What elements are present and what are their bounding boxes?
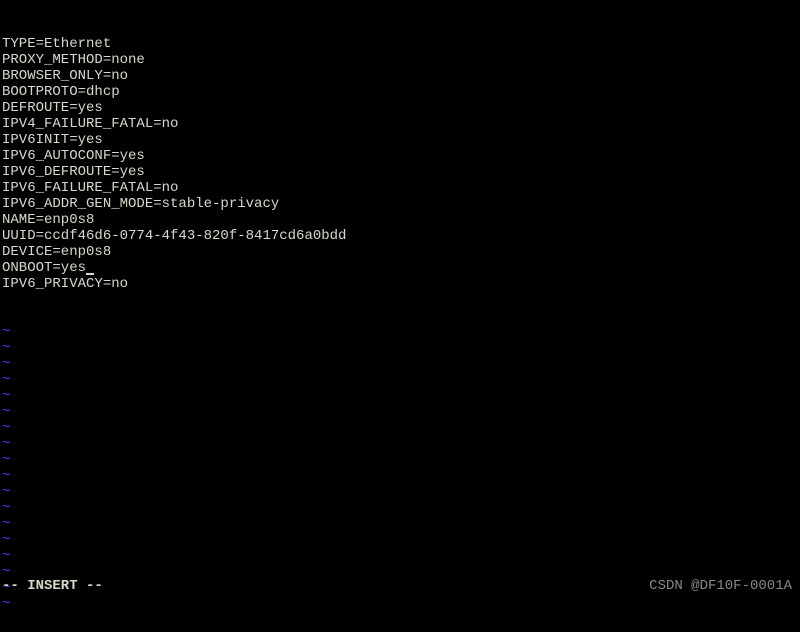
tilde-line: ~ bbox=[2, 548, 798, 564]
tilde-line: ~ bbox=[2, 532, 798, 548]
config-line[interactable]: NAME=enp0s8 bbox=[2, 212, 798, 228]
config-line[interactable]: IPV6_DEFROUTE=yes bbox=[2, 164, 798, 180]
config-line[interactable]: BOOTPROTO=dhcp bbox=[2, 84, 798, 100]
tilde-line: ~ bbox=[2, 500, 798, 516]
config-line[interactable]: IPV6_PRIVACY=no bbox=[2, 276, 798, 292]
config-line[interactable]: IPV6_ADDR_GEN_MODE=stable-privacy bbox=[2, 196, 798, 212]
tilde-line: ~ bbox=[2, 404, 798, 420]
cursor bbox=[86, 273, 94, 275]
config-line[interactable]: IPV4_FAILURE_FATAL=no bbox=[2, 116, 798, 132]
config-line[interactable]: TYPE=Ethernet bbox=[2, 36, 798, 52]
config-line[interactable]: UUID=ccdf46d6-0774-4f43-820f-8417cd6a0bd… bbox=[2, 228, 798, 244]
tilde-line: ~ bbox=[2, 388, 798, 404]
tilde-line: ~ bbox=[2, 372, 798, 388]
config-line[interactable]: IPV6INIT=yes bbox=[2, 132, 798, 148]
vim-mode-status: -- INSERT -- bbox=[2, 578, 103, 594]
config-line[interactable]: PROXY_METHOD=none bbox=[2, 52, 798, 68]
tilde-line: ~ bbox=[2, 468, 798, 484]
watermark-text: CSDN @DF10F-0001A bbox=[649, 578, 792, 594]
config-line[interactable]: ONBOOT=yes bbox=[2, 260, 798, 276]
config-content[interactable]: TYPE=EthernetPROXY_METHOD=noneBROWSER_ON… bbox=[2, 36, 798, 292]
tilde-line: ~ bbox=[2, 356, 798, 372]
config-line[interactable]: IPV6_AUTOCONF=yes bbox=[2, 148, 798, 164]
tilde-line: ~ bbox=[2, 436, 798, 452]
tilde-line: ~ bbox=[2, 340, 798, 356]
config-line[interactable]: IPV6_FAILURE_FATAL=no bbox=[2, 180, 798, 196]
tilde-line: ~ bbox=[2, 420, 798, 436]
config-line[interactable]: DEVICE=enp0s8 bbox=[2, 244, 798, 260]
tilde-line: ~ bbox=[2, 596, 798, 612]
config-line[interactable]: BROWSER_ONLY=no bbox=[2, 68, 798, 84]
tilde-line: ~ bbox=[2, 324, 798, 340]
terminal-editor[interactable]: TYPE=EthernetPROXY_METHOD=noneBROWSER_ON… bbox=[0, 0, 800, 632]
empty-lines: ~~~~~~~~~~~~~~~~~~ bbox=[2, 324, 798, 612]
tilde-line: ~ bbox=[2, 452, 798, 468]
tilde-line: ~ bbox=[2, 484, 798, 500]
config-line[interactable]: DEFROUTE=yes bbox=[2, 100, 798, 116]
tilde-line: ~ bbox=[2, 516, 798, 532]
